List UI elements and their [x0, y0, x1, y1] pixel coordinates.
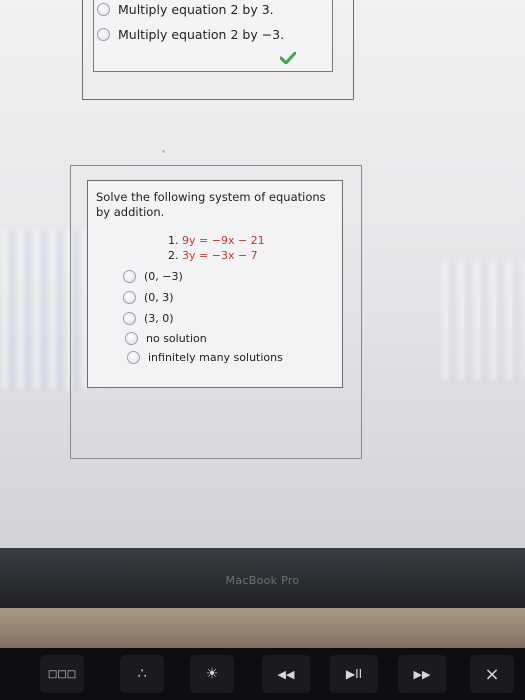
- equation-number: 2.: [168, 249, 179, 262]
- prev-option-label: Multiply equation 2 by 3.: [118, 2, 274, 17]
- answer-label: (0, 3): [144, 291, 174, 304]
- radio-button[interactable]: [123, 291, 136, 304]
- radio-button[interactable]: [123, 270, 136, 283]
- prev-option-row[interactable]: Multiply equation 2 by −3.: [97, 27, 284, 42]
- equation-2: 2. 3y = −3x − 7: [168, 249, 258, 262]
- mute-key[interactable]: ×: [470, 655, 514, 693]
- prev-option-row[interactable]: Multiply equation 2 by 3.: [97, 2, 274, 17]
- mission-control-key[interactable]: □□□: [40, 655, 84, 693]
- equation-rhs: = −9x − 21: [199, 234, 265, 247]
- question-prompt: Solve the following system of equations …: [96, 190, 326, 219]
- radio-button[interactable]: [123, 312, 136, 325]
- prev-option-label: Multiply equation 2 by −3.: [118, 27, 285, 42]
- keyboard-brightness-down-key[interactable]: ∴: [120, 655, 164, 693]
- radio-button[interactable]: [125, 332, 138, 345]
- play-pause-key[interactable]: ▶II: [330, 655, 378, 693]
- answer-label: no solution: [146, 332, 207, 345]
- stray-dot: [162, 150, 165, 153]
- equation-lhs: 3y: [182, 249, 196, 262]
- checkmark-icon: [280, 52, 296, 64]
- answer-label: (3, 0): [144, 312, 174, 325]
- answer-label: infinitely many solutions: [148, 351, 283, 364]
- equation-lhs: 9y: [182, 234, 196, 247]
- answer-option[interactable]: (3, 0): [123, 312, 174, 325]
- brand-label: MacBook Pro: [225, 574, 300, 587]
- radio-button[interactable]: [127, 351, 140, 364]
- equation-rhs: = −3x − 7: [199, 249, 258, 262]
- answer-option[interactable]: no solution: [125, 332, 207, 345]
- answer-label: (0, −3): [144, 270, 183, 283]
- keyboard-brightness-up-key[interactable]: ☀: [190, 655, 234, 693]
- equation-1: 1. 9y = −9x − 21: [168, 234, 265, 247]
- answer-option[interactable]: infinitely many solutions: [127, 351, 283, 364]
- radio-button[interactable]: [97, 28, 110, 41]
- answer-option[interactable]: (0, −3): [123, 270, 183, 283]
- rewind-key[interactable]: ◀◀: [262, 655, 310, 693]
- laptop-screen: Multiply equation 2 by 3. Multiply equat…: [0, 0, 525, 548]
- radio-button[interactable]: [97, 3, 110, 16]
- answer-option[interactable]: (0, 3): [123, 291, 174, 304]
- equation-number: 1.: [168, 234, 179, 247]
- fast-forward-key[interactable]: ▶▶: [398, 655, 446, 693]
- screen-glare-right: [440, 260, 525, 380]
